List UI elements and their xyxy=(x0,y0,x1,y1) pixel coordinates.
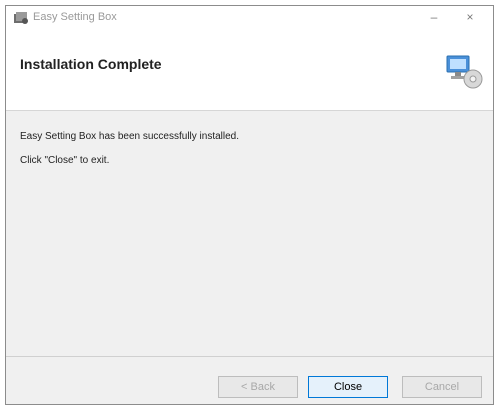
computer-setup-icon xyxy=(446,55,483,89)
title-bar: Easy Setting Box – × xyxy=(6,6,493,30)
close-button[interactable]: Close xyxy=(308,376,388,398)
minimize-button[interactable]: – xyxy=(417,6,451,30)
close-window-button[interactable]: × xyxy=(453,6,487,30)
cancel-button[interactable]: Cancel xyxy=(402,376,482,398)
footer-divider xyxy=(6,356,493,357)
wizard-content: Easy Setting Box has been successfully i… xyxy=(6,111,493,355)
success-message: Easy Setting Box has been successfully i… xyxy=(20,131,240,142)
installer-window: Easy Setting Box – × Installation Comple… xyxy=(5,5,494,405)
installer-app-icon xyxy=(14,12,28,24)
window-title: Easy Setting Box xyxy=(33,11,117,23)
wizard-header: Installation Complete xyxy=(6,30,493,111)
back-button[interactable]: < Back xyxy=(218,376,298,398)
page-title: Installation Complete xyxy=(20,56,162,72)
close-instruction: Click "Close" to exit. xyxy=(20,155,110,166)
